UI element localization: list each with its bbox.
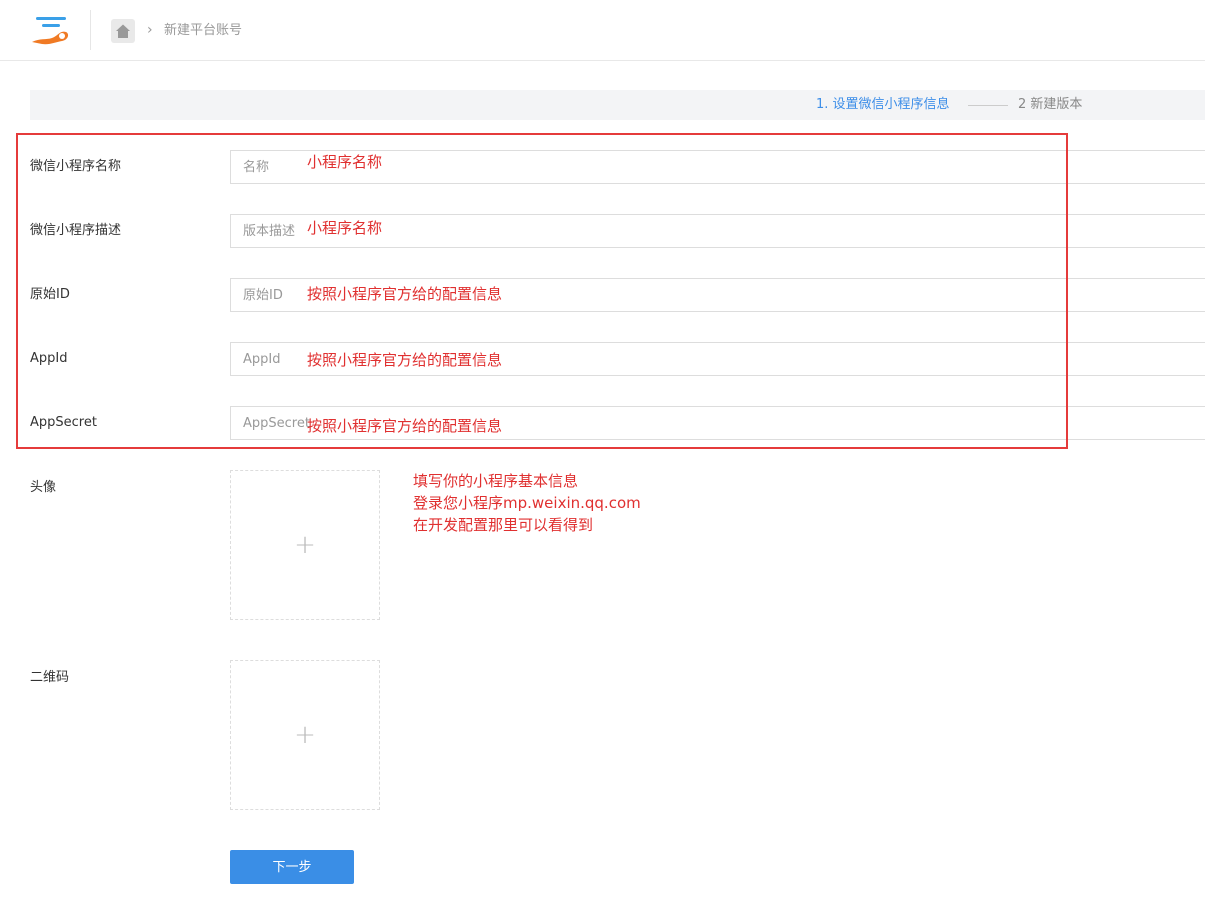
breadcrumb-current: 新建平台账号 bbox=[164, 23, 243, 38]
annotation-name: 小程序名称 bbox=[307, 153, 383, 171]
logo-icon[interactable] bbox=[30, 14, 72, 48]
breadcrumb-chevron-icon: › bbox=[147, 22, 153, 38]
header-divider bbox=[90, 10, 91, 50]
annotation-appid: 按照小程序官方给的配置信息 bbox=[307, 351, 503, 369]
field-label-description: 微信小程序描述 bbox=[30, 223, 122, 238]
field-label-original-id: 原始ID bbox=[30, 287, 70, 302]
field-label-appsecret: AppSecret bbox=[30, 415, 97, 430]
qrcode-label: 二维码 bbox=[30, 670, 70, 685]
field-label-appid: AppId bbox=[30, 351, 68, 366]
tip-line: 在开发配置那里可以看得到 bbox=[413, 516, 594, 534]
annotation-original-id: 按照小程序官方给的配置信息 bbox=[307, 285, 503, 303]
plus-icon: + bbox=[294, 530, 316, 560]
tip-line: 填写你的小程序基本信息 bbox=[413, 472, 579, 490]
field-label-name: 微信小程序名称 bbox=[30, 159, 122, 174]
tip-line: 登录您小程序mp.weixin.qq.com bbox=[413, 494, 641, 512]
step-1-active: 1. 设置微信小程序信息 bbox=[816, 97, 950, 112]
step-2: 2 新建版本 bbox=[1018, 97, 1083, 112]
home-icon[interactable] bbox=[111, 19, 135, 43]
avatar-label: 头像 bbox=[30, 480, 57, 495]
top-header: › 新建平台账号 bbox=[0, 0, 1205, 61]
next-step-button[interactable]: 下一步 bbox=[230, 850, 354, 884]
step-connector bbox=[968, 105, 1008, 106]
annotation-appsecret: 按照小程序官方给的配置信息 bbox=[307, 417, 503, 435]
plus-icon: + bbox=[294, 720, 316, 750]
annotation-tip: 填写你的小程序基本信息 登录您小程序mp.weixin.qq.com 在开发配置… bbox=[413, 470, 641, 536]
avatar-upload[interactable]: + bbox=[230, 470, 380, 620]
qrcode-upload[interactable]: + bbox=[230, 660, 380, 810]
step-indicator: 1. 设置微信小程序信息 2 新建版本 bbox=[30, 90, 1205, 120]
annotation-description: 小程序名称 bbox=[307, 219, 383, 237]
